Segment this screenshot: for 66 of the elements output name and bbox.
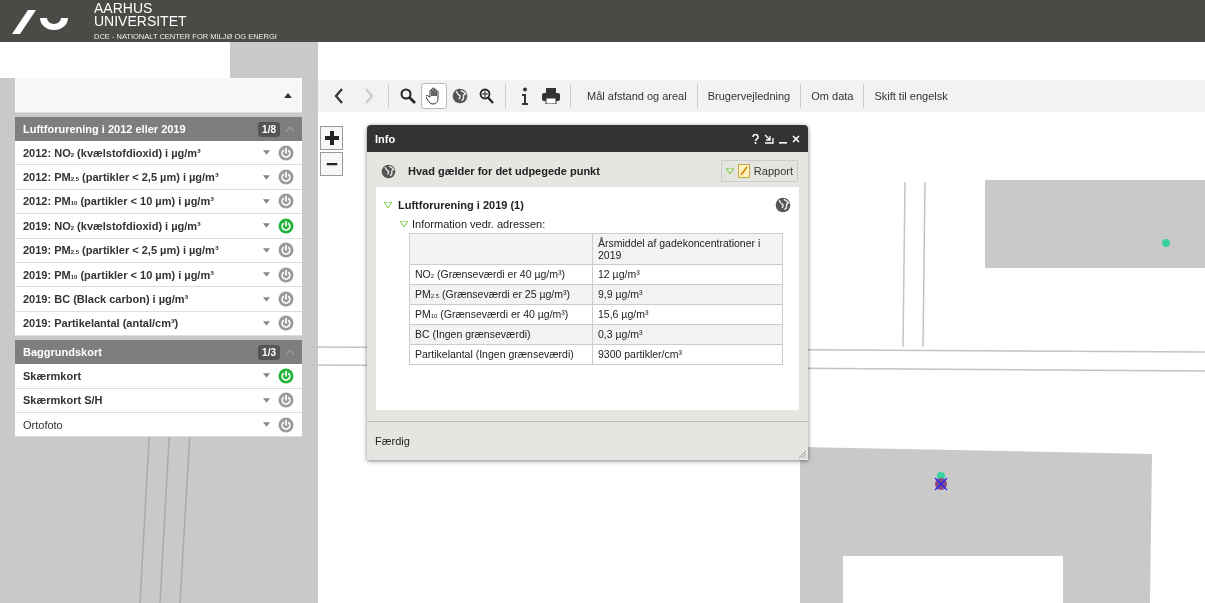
toolbar-link[interactable]: Mål afstand og areal: [577, 84, 697, 108]
power-icon[interactable]: [278, 217, 294, 234]
expand-triangle-icon[interactable]: [384, 202, 392, 208]
globe-icon[interactable]: [775, 197, 791, 213]
caret-icon[interactable]: [263, 320, 270, 326]
zoom-in-button[interactable]: [320, 126, 343, 150]
caret-icon[interactable]: [263, 174, 270, 180]
caret-icon[interactable]: [263, 272, 270, 278]
close-icon[interactable]: [792, 134, 800, 143]
logo-text: UNIVERSITET: [94, 14, 188, 28]
report-button[interactable]: Rapport: [720, 160, 798, 182]
power-icon[interactable]: [278, 392, 294, 409]
subsection-title[interactable]: Information vedr. adressen:: [412, 218, 546, 230]
expand-triangle-icon[interactable]: [400, 221, 408, 227]
caret-icon[interactable]: [263, 397, 270, 403]
toolbar-link[interactable]: Skift til engelsk: [863, 84, 958, 108]
caret-icon[interactable]: [263, 422, 270, 428]
group-title: Luftforurening i 2012 eller 2019: [23, 123, 187, 135]
toolbar-link[interactable]: Brugervejledning: [696, 84, 801, 108]
power-icon[interactable]: [278, 367, 294, 384]
globe-icon[interactable]: [381, 163, 396, 179]
resize-grip-icon[interactable]: [798, 450, 806, 458]
caret-icon[interactable]: [263, 198, 270, 204]
caret-icon[interactable]: [263, 150, 270, 156]
power-icon[interactable]: [278, 416, 294, 433]
group-header[interactable]: Luftforurening i 2012 eller 2019 1/8: [15, 117, 302, 141]
print-icon[interactable]: [542, 88, 560, 104]
power-icon[interactable]: [278, 242, 294, 259]
caret-icon[interactable]: [263, 296, 270, 302]
done-button[interactable]: Færdig: [375, 435, 410, 447]
group-header[interactable]: Baggrundskort 1/3: [15, 340, 302, 365]
power-icon[interactable]: [278, 291, 294, 308]
power-icon[interactable]: [278, 315, 294, 332]
table-cell: 12 µg/m³: [592, 264, 783, 285]
power-icon[interactable]: [278, 193, 294, 210]
power-icon[interactable]: [278, 266, 294, 283]
count-badge: 1/3: [258, 344, 280, 360]
table-cell: 15,6 µg/m³: [592, 304, 783, 325]
minus-icon[interactable]: [324, 162, 339, 166]
dialog-subtitle: Hvad gælder for det udpegede punkt: [408, 165, 601, 177]
table-cell: BC (Ingen grænseværdi): [409, 324, 593, 345]
caret-icon[interactable]: [263, 373, 270, 379]
table-cell: 9300 partikler/cm³: [592, 344, 783, 365]
dialog-title: Info: [375, 132, 397, 145]
count-badge: 1/8: [258, 121, 280, 137]
power-icon[interactable]: [278, 144, 294, 161]
zoom-out-button[interactable]: [320, 152, 343, 176]
search-icon[interactable]: [400, 88, 416, 104]
caret-icon[interactable]: [263, 247, 270, 253]
logo-text: AARHUS: [94, 1, 154, 15]
report-icon[interactable]: [737, 164, 750, 178]
toolbar-link[interactable]: Om data: [800, 84, 864, 108]
hand-icon[interactable]: [426, 87, 442, 105]
caret-icon[interactable]: [263, 223, 270, 229]
info-icon[interactable]: [521, 87, 529, 105]
plus-icon[interactable]: [324, 131, 339, 145]
column-header: Årsmiddel af gadekoncentrationer i 2019: [592, 233, 783, 265]
table-cell: Partikelantal (Ingen grænseværdi): [409, 344, 593, 365]
globe-icon[interactable]: [452, 88, 468, 104]
dock-icon[interactable]: [764, 133, 774, 144]
group-title: Baggrundskort: [23, 346, 103, 359]
section-title[interactable]: Luftforurening i 2019 (1): [398, 199, 769, 211]
help-icon[interactable]: [752, 133, 759, 144]
collapse-caret-icon[interactable]: [284, 92, 292, 98]
power-icon[interactable]: [278, 169, 294, 186]
query-icon[interactable]: [478, 88, 494, 104]
